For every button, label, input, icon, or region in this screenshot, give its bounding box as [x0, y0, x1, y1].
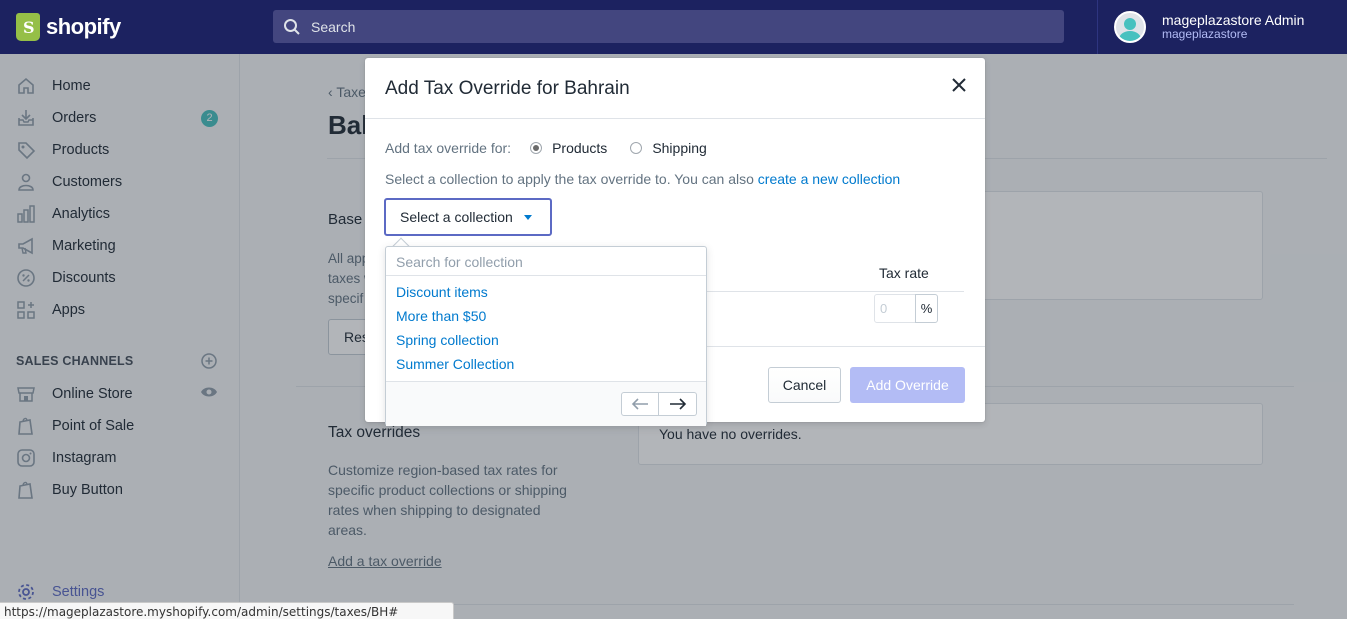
tax-rate-input[interactable]: 0: [874, 294, 916, 323]
override-for-label: Add tax override for:: [385, 140, 512, 156]
collection-option[interactable]: Spring collection: [396, 332, 499, 348]
next-page-button[interactable]: [659, 392, 697, 416]
shipping-radio-label[interactable]: Shipping: [652, 140, 707, 156]
collection-option[interactable]: Summer Collection: [396, 356, 514, 372]
browser-status-url: https://mageplazastore.myshopify.com/adm…: [0, 602, 454, 619]
search-icon: [284, 18, 300, 35]
user-store: mageplazastore: [1162, 27, 1248, 42]
previous-page-button[interactable]: [621, 392, 659, 416]
modal-header: Add Tax Override for Bahrain: [365, 58, 985, 119]
override-type-row: Add tax override for: Products Shipping: [385, 140, 707, 156]
user-menu[interactable]: mageplazastore Admin mageplazastore: [1097, 0, 1347, 54]
tax-rate-heading: Tax rate: [879, 265, 929, 281]
modal-title: Add Tax Override for Bahrain: [385, 78, 630, 99]
percent-suffix: %: [915, 294, 938, 323]
brand-name: shopify: [46, 14, 121, 39]
collection-popover: Search for collection Discount items Mor…: [385, 246, 707, 426]
add-override-button[interactable]: Add Override: [850, 367, 965, 403]
select-collection-button[interactable]: Select a collection: [384, 198, 552, 236]
pagination: [621, 392, 697, 416]
shopify-bag-icon: [16, 13, 40, 41]
caret-down-icon: [523, 214, 532, 220]
shopify-logo[interactable]: shopify: [0, 0, 240, 54]
search-placeholder: Search: [311, 18, 356, 35]
avatar: [1114, 11, 1146, 43]
close-icon: [952, 78, 966, 92]
collection-hint-text: Select a collection to apply the tax ove…: [385, 171, 758, 187]
arrow-left-icon: [631, 398, 648, 410]
top-bar: shopify Search mageplazastore Admin mage…: [0, 0, 1347, 54]
close-button[interactable]: [949, 75, 969, 95]
products-radio[interactable]: [530, 142, 543, 154]
products-radio-label[interactable]: Products: [552, 140, 607, 156]
select-collection-label: Select a collection: [400, 209, 513, 225]
collection-search-input[interactable]: Search for collection: [386, 247, 706, 276]
cancel-button[interactable]: Cancel: [768, 367, 841, 403]
collection-hint: Select a collection to apply the tax ove…: [385, 171, 900, 187]
collection-option[interactable]: Discount items: [396, 284, 488, 300]
divider: [704, 346, 985, 347]
shipping-radio[interactable]: [630, 142, 643, 154]
user-name: mageplazastore Admin: [1162, 12, 1305, 29]
create-collection-link[interactable]: create a new collection: [758, 171, 900, 187]
divider: [704, 291, 964, 292]
arrow-right-icon: [669, 398, 686, 410]
popover-footer: [386, 381, 706, 426]
search-input[interactable]: Search: [273, 10, 1064, 43]
collection-option[interactable]: More than $50: [396, 308, 486, 324]
